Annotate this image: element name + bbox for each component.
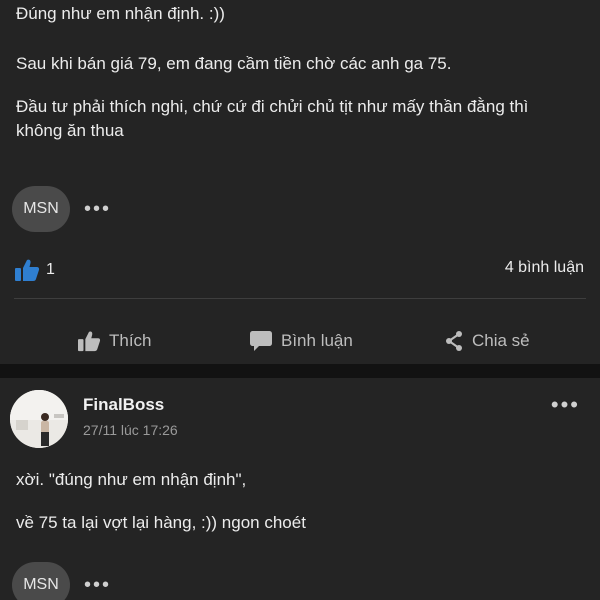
thumbs-up-icon [78, 331, 101, 352]
author-name[interactable]: FinalBoss [83, 395, 164, 415]
avatar-photo [10, 390, 68, 448]
post-separator [0, 364, 600, 378]
post-card: Đúng như em nhận định. :)) Sau khi bán g… [0, 0, 600, 364]
post-text-line: xời. "đúng như em nhận định", [16, 470, 247, 489]
like-label: Thích [109, 331, 152, 350]
comment-count-link[interactable]: 4 bình luận [505, 259, 584, 277]
post-text-line: về 75 ta lại vợt lại hàng, :)) ngon choé… [16, 513, 306, 532]
post-text-line: không ăn thua [16, 121, 124, 140]
stock-tag-msn[interactable]: MSN [12, 562, 70, 600]
share-label: Chia sẻ [472, 331, 530, 350]
comment-bubble-icon [250, 331, 272, 351]
thumbs-up-filled-icon [15, 259, 40, 281]
stock-tag-msn[interactable]: MSN [12, 186, 70, 232]
like-button[interactable]: Thích [77, 326, 152, 356]
like-count[interactable]: 1 [46, 261, 55, 279]
avatar[interactable] [10, 390, 68, 448]
post-timestamp: 27/11 lúc 17:26 [83, 422, 178, 438]
post-menu-button[interactable]: ••• [551, 394, 580, 416]
post-text-line: Sau khi bán giá 79, em đang cầm tiền chờ… [16, 54, 452, 73]
more-tags-button[interactable]: ••• [84, 575, 111, 595]
comment-label: Bình luận [281, 331, 353, 350]
divider [14, 298, 586, 299]
more-tags-button[interactable]: ••• [84, 199, 111, 219]
post-text-line: Đúng như em nhận định. :)) [16, 4, 225, 23]
share-icon [446, 331, 462, 351]
post-text-line: Đầu tư phải thích nghi, chứ cứ đi chửi c… [16, 97, 529, 116]
share-button[interactable]: Chia sẻ [444, 326, 530, 356]
comment-button[interactable]: Bình luận [249, 326, 353, 356]
